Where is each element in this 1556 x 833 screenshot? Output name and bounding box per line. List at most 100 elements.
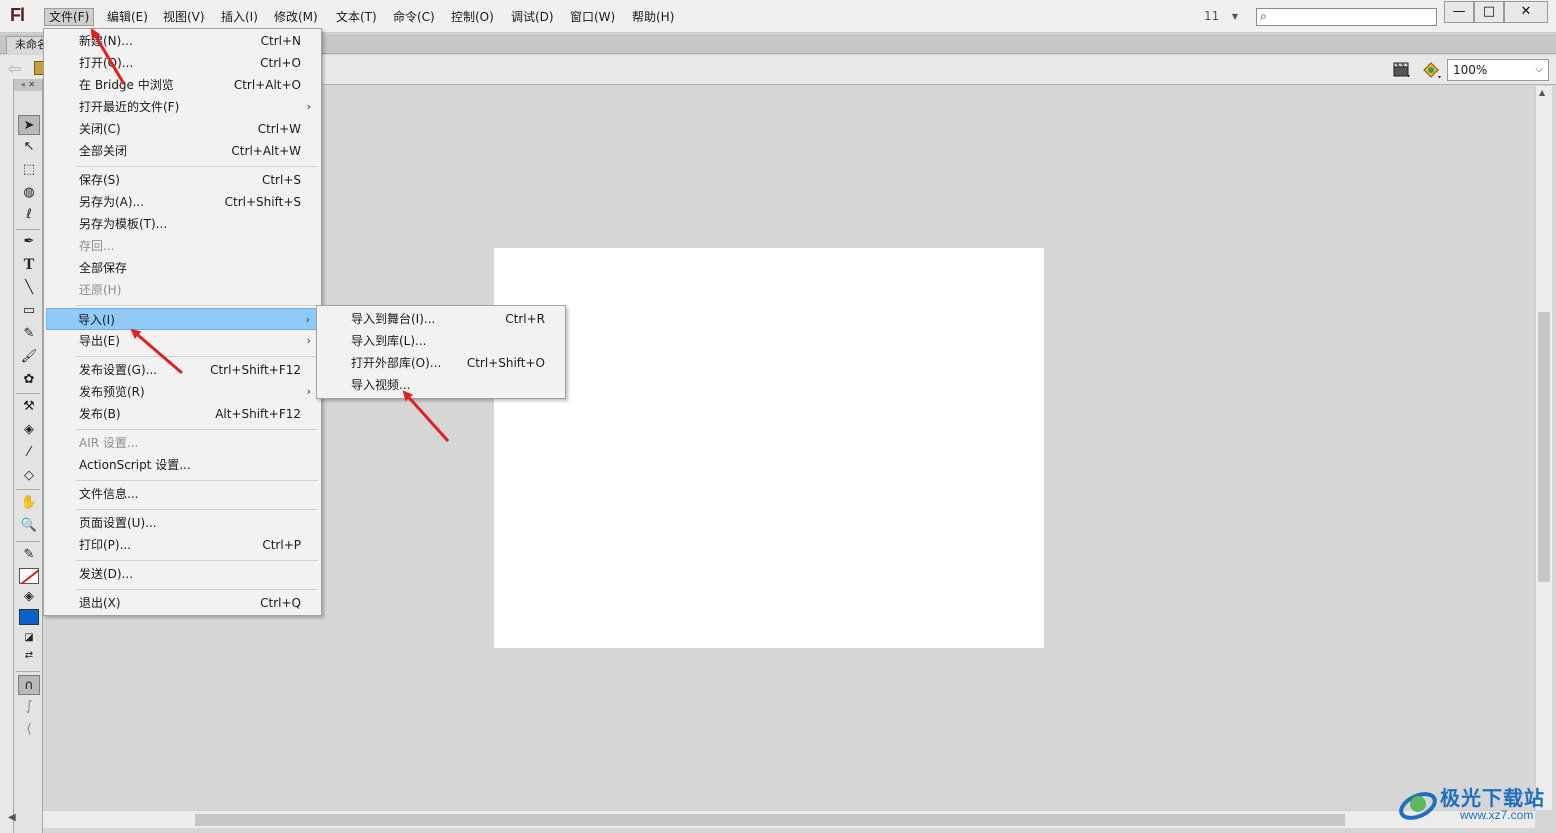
pen-tool-icon[interactable]: ✒ — [18, 232, 40, 252]
menu-control[interactable]: 控制(O) — [447, 8, 498, 26]
menu-separator — [76, 509, 318, 510]
file-menu-open-recent[interactable]: 打开最近的文件(F) › — [46, 96, 319, 118]
file-menu-publish-settings[interactable]: 发布设置(G)... Ctrl+Shift+F12 — [46, 359, 319, 381]
subselection-tool-icon[interactable]: ↖ — [18, 137, 40, 157]
selection-tool-icon[interactable]: ➤ — [18, 115, 40, 135]
file-menu-new[interactable]: 新建(N)... Ctrl+N — [46, 30, 319, 52]
back-arrow-icon[interactable]: ⇦ — [8, 59, 21, 78]
file-menu-send[interactable]: 发送(D)... — [46, 563, 319, 585]
line-tool-icon[interactable]: ╲ — [18, 278, 40, 298]
fill-color-swatch[interactable] — [19, 609, 39, 625]
scroll-left-icon[interactable]: ◀ — [8, 812, 16, 823]
font-size-dropdown[interactable]: 11 ▼ — [1198, 7, 1242, 25]
pencil-tool-icon[interactable]: ✎ — [18, 324, 40, 344]
menu-insert[interactable]: 插入(I) — [217, 8, 262, 26]
file-menu-publish-preview[interactable]: 发布预览(R) › — [46, 381, 319, 403]
file-menu-exit[interactable]: 退出(X) Ctrl+Q — [46, 592, 319, 614]
minimize-icon: — — [1452, 4, 1466, 19]
3d-rotation-tool-icon[interactable]: ◍ — [18, 183, 40, 203]
file-menu-save-as-template[interactable]: 另存为模板(T)... — [46, 213, 319, 235]
chevron-right-icon: › — [306, 385, 311, 398]
menu-separator — [76, 305, 318, 306]
smooth-icon[interactable]: ∫ — [18, 697, 40, 717]
import-submenu: 导入到舞台(I)... Ctrl+R 导入到库(L)... 打开外部库(O)...… — [316, 305, 566, 399]
import-to-stage[interactable]: 导入到舞台(I)... Ctrl+R — [319, 308, 563, 330]
file-menu-print[interactable]: 打印(P)... Ctrl+P — [46, 534, 319, 556]
straighten-icon[interactable]: ⟨ — [18, 720, 40, 740]
file-menu-file-info[interactable]: 文件信息... — [46, 483, 319, 505]
app-logo: Fl — [10, 5, 25, 25]
eyedropper-tool-icon[interactable]: ⁄ — [18, 443, 40, 463]
watermark-brand: 极光下载站 — [1440, 788, 1545, 810]
file-menu-save-all[interactable]: 全部保存 — [46, 257, 319, 279]
hand-tool-icon[interactable]: ✋ — [18, 493, 40, 513]
zoom-value: 100% — [1453, 63, 1488, 77]
menu-window[interactable]: 窗口(W) — [566, 8, 619, 26]
scroll-up-icon[interactable]: ▲ — [1539, 88, 1545, 97]
tools-panel: « ✕ ➤ ↖ ⬚ ◍ ℓ ✒ T ╲ ▭ ✎ 🖌 ✿ ⚒ ◈ ⁄ ◇ ✋ 🔍 … — [13, 79, 43, 833]
minimize-button[interactable]: — — [1444, 1, 1474, 23]
menu-separator — [76, 480, 318, 481]
menu-file[interactable]: 文件(F) — [44, 8, 95, 26]
close-icon: ✕ — [1520, 4, 1532, 19]
edit-symbols-icon[interactable] — [1422, 61, 1442, 79]
stage-canvas[interactable] — [494, 248, 1044, 648]
default-colors-icon[interactable]: ◪ — [18, 628, 40, 648]
file-menu-close-all[interactable]: 全部关闭 Ctrl+Alt+W — [46, 140, 319, 162]
bone-tool-icon[interactable]: ⚒ — [18, 397, 40, 417]
zoom-tool-icon[interactable]: 🔍 — [18, 516, 40, 536]
file-menu-page-setup[interactable]: 页面设置(U)... — [46, 512, 319, 534]
file-menu-publish[interactable]: 发布(B) Alt+Shift+F12 — [46, 403, 319, 425]
text-tool-icon[interactable]: T — [18, 255, 40, 275]
file-menu-revert: 还原(H) — [79, 283, 122, 297]
edit-scene-icon[interactable] — [1393, 62, 1411, 78]
chevron-down-icon: ▼ — [1231, 12, 1238, 21]
file-menu-save[interactable]: 保存(S) Ctrl+S — [46, 169, 319, 191]
import-video[interactable]: 导入视频... — [319, 374, 563, 396]
close-button[interactable]: ✕ — [1504, 1, 1548, 23]
stroke-color-swatch[interactable] — [19, 568, 39, 584]
menu-text[interactable]: 文本(T) — [332, 8, 381, 26]
file-menu-import[interactable]: 导入(I) › — [46, 308, 319, 330]
deco-tool-icon[interactable]: ✿ — [18, 370, 40, 390]
rectangle-tool-icon[interactable]: ▭ — [18, 301, 40, 321]
lasso-tool-icon[interactable]: ℓ — [18, 205, 40, 225]
menu-view[interactable]: 视图(V) — [159, 8, 209, 26]
font-size-value: 11 — [1204, 9, 1220, 23]
vertical-scroll-thumb[interactable] — [1538, 312, 1550, 582]
maximize-button[interactable]: □ — [1474, 1, 1504, 23]
snap-to-objects-icon[interactable]: ∩ — [18, 675, 40, 695]
menu-debug[interactable]: 调试(D) — [507, 8, 558, 26]
menu-help[interactable]: 帮助(H) — [628, 8, 678, 26]
swap-colors-icon[interactable]: ⇄ — [18, 646, 40, 666]
chevron-right-icon: › — [306, 334, 311, 347]
file-menu-open[interactable]: 打开(O)... Ctrl+O — [46, 52, 319, 74]
menu-commands[interactable]: 命令(C) — [389, 8, 439, 26]
search-icon: ⌕ — [1260, 9, 1267, 23]
menu-edit[interactable]: 编辑(E) — [103, 8, 152, 26]
file-menu-close[interactable]: 关闭(C) Ctrl+W — [46, 118, 319, 140]
tool-divider — [16, 671, 40, 672]
panel-collapse-icon[interactable]: « ✕ — [14, 79, 42, 91]
menu-modify[interactable]: 修改(M) — [270, 8, 322, 26]
eraser-tool-icon[interactable]: ◇ — [18, 466, 40, 486]
menu-separator — [76, 560, 318, 561]
horizontal-scroll-thumb[interactable] — [195, 814, 1345, 826]
zoom-dropdown[interactable]: 100% ⌵ — [1447, 59, 1549, 81]
free-transform-tool-icon[interactable]: ⬚ — [18, 160, 40, 180]
import-to-library[interactable]: 导入到库(L)... — [319, 330, 563, 352]
menu-separator — [76, 429, 318, 430]
vertical-scrollbar[interactable]: ▲ — [1535, 86, 1552, 810]
menu-separator — [76, 589, 318, 590]
file-menu-actionscript-settings[interactable]: ActionScript 设置... — [46, 454, 319, 476]
stroke-color-pencil-icon: ✎ — [23, 547, 35, 562]
file-menu-browse-bridge[interactable]: 在 Bridge 中浏览 Ctrl+Alt+O — [46, 74, 319, 96]
horizontal-scrollbar[interactable] — [43, 810, 1535, 828]
brush-tool-icon[interactable]: 🖌 — [18, 347, 40, 367]
paint-bucket-tool-icon[interactable]: ◈ — [18, 420, 40, 440]
file-menu-save-as[interactable]: 另存为(A)... Ctrl+Shift+S — [46, 191, 319, 213]
file-menu-dropdown: 新建(N)... Ctrl+N 打开(O)... Ctrl+O 在 Bridge 中… — [43, 28, 322, 616]
search-input[interactable]: ⌕ — [1256, 8, 1437, 26]
file-menu-export[interactable]: 导出(E) › — [46, 330, 319, 352]
open-external-library[interactable]: 打开外部库(O)... Ctrl+Shift+O — [319, 352, 563, 374]
